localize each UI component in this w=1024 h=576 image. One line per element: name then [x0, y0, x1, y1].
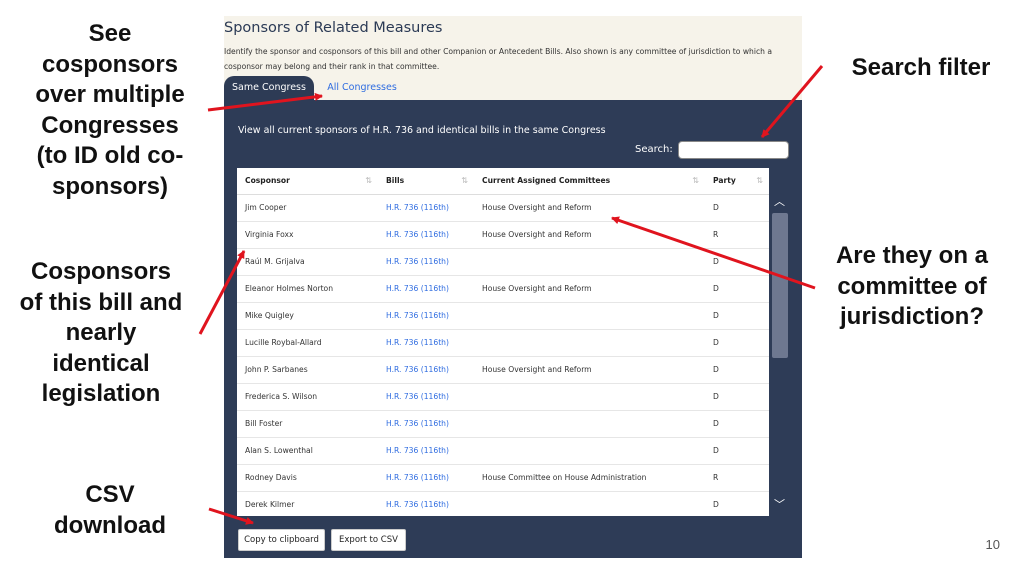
committee-cell: House Oversight and Reform — [474, 194, 705, 222]
annotation-cosponsors: Cosponsors of this bill and nearly ident… — [19, 258, 183, 407]
table-row: Lucille Roybal-Allard H.R. 736 (116th) D — [237, 329, 769, 357]
cosponsor-name: Derek Kilmer — [237, 491, 378, 516]
cosponsor-name: Raúl M. Grijalva — [237, 248, 378, 276]
committee-cell — [474, 329, 705, 357]
committee-cell — [474, 302, 705, 330]
column-label: Party — [713, 176, 736, 186]
chevron-down-icon[interactable]: ﹀ — [771, 497, 788, 514]
bill-link[interactable]: H.R. 736 (116th) — [378, 275, 474, 303]
bill-link[interactable]: H.R. 736 (116th) — [378, 410, 474, 438]
tab-same-congress[interactable]: Same Congress — [224, 76, 314, 100]
cosponsor-name: Bill Foster — [237, 410, 378, 438]
table-header-row: Cosponsor ⇅ Bills ⇅ Current Assigned Commi… — [237, 168, 769, 195]
committee-cell — [474, 410, 705, 438]
party-cell: D — [705, 437, 769, 465]
party-cell: D — [705, 383, 769, 411]
party-cell: D — [705, 356, 769, 384]
committee-cell — [474, 437, 705, 465]
committee-cell: House Oversight and Reform — [474, 356, 705, 384]
column-label: Current Assigned Committees — [482, 176, 611, 186]
committee-cell: House Oversight and Reform — [474, 275, 705, 303]
column-header-party[interactable]: Party ⇅ — [705, 168, 769, 195]
bill-link[interactable]: H.R. 736 (116th) — [378, 356, 474, 384]
bill-link[interactable]: H.R. 736 (116th) — [378, 329, 474, 357]
chevron-up-icon[interactable]: ︿ — [771, 194, 788, 211]
table-row: Virginia Foxx H.R. 736 (116th) House Overs… — [237, 221, 769, 249]
bill-link[interactable]: H.R. 736 (116th) — [378, 437, 474, 465]
bill-link[interactable]: H.R. 736 (116th) — [378, 221, 474, 249]
table-row: Mike Quigley H.R. 736 (116th) D — [237, 302, 769, 330]
party-cell: D — [705, 275, 769, 303]
party-cell: D — [705, 329, 769, 357]
party-cell: R — [705, 464, 769, 492]
table-row: Jim Cooper H.R. 736 (116th) House Oversigh… — [237, 194, 769, 222]
cosponsor-name: Virginia Foxx — [237, 221, 378, 249]
copy-to-clipboard-button[interactable]: Copy to clipboard — [238, 529, 325, 551]
bill-link[interactable]: H.R. 736 (116th) — [378, 383, 474, 411]
slide-number: 10 — [985, 537, 1000, 552]
bill-link[interactable]: H.R. 736 (116th) — [378, 464, 474, 492]
table-row: Frederica S. Wilson H.R. 736 (116th) D — [237, 383, 769, 411]
cosponsor-name: John P. Sarbanes — [237, 356, 378, 384]
party-cell: D — [705, 410, 769, 438]
cosponsor-name: Lucille Roybal-Allard — [237, 329, 378, 357]
annotation-csv-download: CSV download — [54, 481, 166, 539]
party-cell: D — [705, 491, 769, 516]
table-row: Bill Foster H.R. 736 (116th) D — [237, 410, 769, 438]
table-row: Derek Kilmer H.R. 736 (116th) D — [237, 491, 769, 516]
annotation-multiple-congresses: See cosponsors over multiple Congresses … — [35, 20, 185, 200]
table-row: Rodney Davis H.R. 736 (116th) House Commit… — [237, 464, 769, 492]
search-label: Search: — [635, 144, 673, 155]
sort-icon: ⇅ — [692, 176, 699, 185]
bill-link[interactable]: H.R. 736 (116th) — [378, 194, 474, 222]
party-cell: D — [705, 194, 769, 222]
committee-cell — [474, 383, 705, 411]
tab-all-congresses[interactable]: All Congresses — [322, 76, 402, 100]
widget-title: Sponsors of Related Measures — [224, 20, 443, 36]
widget-description: Identify the sponsor and cosponsors of t… — [224, 47, 773, 71]
search-input[interactable] — [678, 141, 789, 159]
cosponsor-name: Jim Cooper — [237, 194, 378, 222]
table-row: Alan S. Lowenthal H.R. 736 (116th) D — [237, 437, 769, 465]
cosponsor-name: Eleanor Holmes Norton — [237, 275, 378, 303]
panel-heading: View all current sponsors of H.R. 736 an… — [238, 125, 606, 136]
sort-icon: ⇅ — [756, 176, 763, 185]
cosponsor-name: Rodney Davis — [237, 464, 378, 492]
party-cell: D — [705, 302, 769, 330]
column-header-bills[interactable]: Bills ⇅ — [378, 168, 474, 195]
cosponsor-name: Mike Quigley — [237, 302, 378, 330]
column-header-committees[interactable]: Current Assigned Committees ⇅ — [474, 168, 705, 195]
cosponsor-name: Frederica S. Wilson — [237, 383, 378, 411]
column-label: Bills — [386, 176, 405, 186]
committee-cell: House Oversight and Reform — [474, 221, 705, 249]
export-csv-button[interactable]: Export to CSV — [331, 529, 406, 551]
bill-link[interactable]: H.R. 736 (116th) — [378, 248, 474, 276]
table-row: John P. Sarbanes H.R. 736 (116th) House Ov… — [237, 356, 769, 384]
table-row: Eleanor Holmes Norton H.R. 736 (116th) Hou… — [237, 275, 769, 303]
cosponsor-name: Alan S. Lowenthal — [237, 437, 378, 465]
committee-cell — [474, 491, 705, 516]
column-header-cosponsor[interactable]: Cosponsor ⇅ — [237, 168, 378, 195]
bill-link[interactable]: H.R. 736 (116th) — [378, 302, 474, 330]
committee-cell: House Committee on House Administration — [474, 464, 705, 492]
annotation-committee: Are they on a committee of jurisdiction? — [835, 242, 989, 330]
bill-link[interactable]: H.R. 736 (116th) — [378, 491, 474, 516]
sort-icon: ⇅ — [461, 176, 468, 185]
scrollbar-thumb[interactable] — [772, 213, 788, 358]
party-cell: R — [705, 221, 769, 249]
annotation-search-filter: Search filter — [851, 54, 991, 81]
sort-icon: ⇅ — [365, 176, 372, 185]
party-cell: D — [705, 248, 769, 276]
column-label: Cosponsor — [245, 176, 290, 186]
cosponsors-table: Cosponsor ⇅ Bills ⇅ Current Assigned Commi… — [237, 168, 769, 516]
table-row: Raúl M. Grijalva H.R. 736 (116th) D — [237, 248, 769, 276]
committee-cell — [474, 248, 705, 276]
